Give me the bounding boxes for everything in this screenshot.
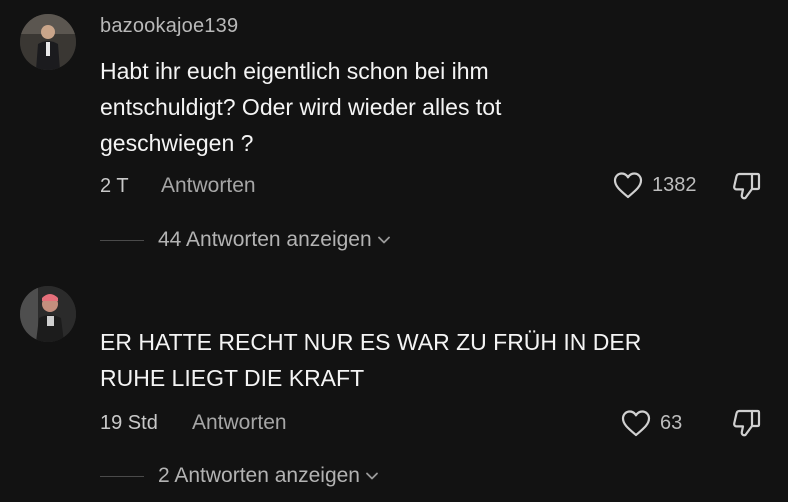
comment-text: Habt ihr euch eigentlich schon bei ihm e…	[100, 53, 740, 161]
comment-text-line: ER HATTE RECHT NUR ES WAR ZU FRÜH IN DER	[100, 329, 642, 355]
reply-button[interactable]: Antworten	[192, 411, 287, 435]
avatar[interactable]	[20, 286, 76, 342]
view-replies-button[interactable]: 2 Antworten anzeigen	[100, 464, 379, 488]
like-count: 1382	[652, 173, 697, 196]
like-button[interactable]: 1382	[612, 170, 697, 200]
comment-text-line: geschwiegen ?	[100, 130, 254, 156]
heart-outline-icon	[621, 410, 651, 437]
comment-username[interactable]: bazookajoe139	[100, 15, 238, 38]
heart-outline-icon	[613, 172, 643, 199]
replies-divider	[100, 475, 144, 477]
comment-text-line: entschuldigt? Oder wird wieder alles tot	[100, 94, 502, 120]
chevron-down-icon	[377, 236, 390, 244]
dislike-button[interactable]	[730, 407, 764, 444]
view-replies-label: 44 Antworten anzeigen	[158, 228, 372, 251]
comment-timestamp: 2 T	[100, 175, 129, 197]
comment-timestamp: 19 Std	[100, 412, 158, 434]
replies-divider	[100, 239, 144, 241]
thumbs-down-icon	[733, 172, 761, 200]
comment-item: ER HATTE RECHT NUR ES WAR ZU FRÜH IN DER…	[0, 262, 788, 502]
comment-text: ER HATTE RECHT NUR ES WAR ZU FRÜH IN DER…	[100, 324, 740, 396]
comment-item: bazookajoe139 Habt ihr euch eigentlich s…	[0, 0, 788, 262]
avatar[interactable]	[20, 14, 76, 70]
view-replies-button[interactable]: 44 Antworten anzeigen	[100, 228, 391, 252]
comment-text-line: RUHE LIEGT DIE KRAFT	[100, 365, 365, 391]
like-count: 63	[660, 411, 683, 434]
comment-text-line: Habt ihr euch eigentlich schon bei ihm	[100, 58, 489, 84]
like-button[interactable]: 63	[620, 408, 682, 438]
chevron-down-icon	[366, 472, 378, 480]
dislike-button[interactable]	[730, 170, 764, 207]
avatar-image	[20, 14, 76, 70]
avatar-image	[20, 286, 76, 342]
view-replies-label: 2 Antworten anzeigen	[158, 464, 360, 487]
reply-button[interactable]: Antworten	[161, 174, 256, 198]
thumbs-down-icon	[733, 409, 761, 437]
